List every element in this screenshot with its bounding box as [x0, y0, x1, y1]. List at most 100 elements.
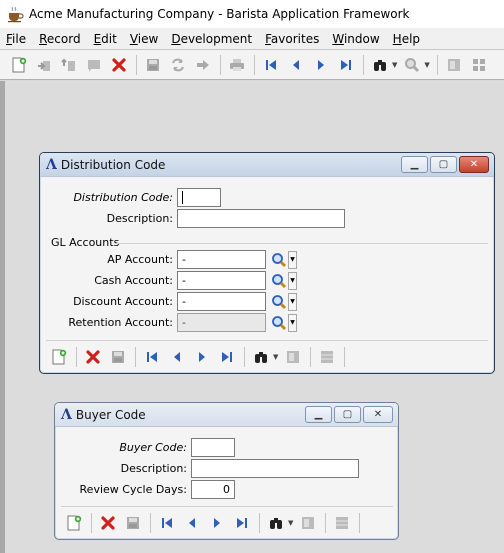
delete-button[interactable]: [108, 54, 130, 76]
print-icon: [230, 58, 244, 71]
toolbar-separator: [91, 513, 92, 533]
new-record-icon: [67, 515, 82, 531]
forward-button[interactable]: [192, 54, 214, 76]
chevron-down-icon[interactable]: ▼: [288, 313, 297, 332]
text-caret: [182, 191, 183, 204]
table-button[interactable]: [316, 346, 338, 368]
first-record-button[interactable]: [156, 512, 178, 534]
menu-view[interactable]: View: [130, 32, 158, 46]
magnifier-icon: [272, 294, 287, 309]
last-record-button[interactable]: [335, 54, 357, 76]
first-record-button[interactable]: [141, 346, 163, 368]
next-record-button[interactable]: [206, 512, 228, 534]
distribution-code-input[interactable]: [177, 188, 221, 207]
last-record-button[interactable]: [231, 512, 253, 534]
insert-button[interactable]: [33, 54, 55, 76]
toolbar-separator: [344, 347, 346, 367]
previous-record-button[interactable]: [181, 512, 203, 534]
chevron-down-icon[interactable]: ▼: [288, 271, 297, 290]
save-icon: [112, 351, 124, 363]
buyer-code-window: Λ Buyer Code ▁ ▢ ✕ Buyer Code: Descripti…: [54, 402, 399, 540]
grid-icon: [302, 517, 315, 529]
next-record-button[interactable]: [310, 54, 332, 76]
save-button[interactable]: [142, 54, 164, 76]
description-input[interactable]: [177, 209, 345, 228]
ap-account-input[interactable]: -: [177, 250, 266, 269]
discount-account-lookup-button[interactable]: [270, 293, 288, 311]
retention-account-input[interactable]: -: [177, 313, 266, 332]
new-record-button[interactable]: [48, 346, 70, 368]
ap-account-lookup-button[interactable]: [270, 251, 288, 269]
grid-button[interactable]: [443, 54, 465, 76]
close-button[interactable]: ✕: [363, 406, 393, 423]
chevron-down-icon[interactable]: ▼: [424, 61, 429, 69]
buyer-code-row: Buyer Code:: [55, 438, 235, 457]
menu-window[interactable]: Window: [332, 32, 379, 46]
distribution-code-label: Distribution Code:: [73, 191, 173, 204]
buyer-description-input[interactable]: [191, 459, 359, 478]
find-button[interactable]: [265, 512, 287, 534]
insert-before-button[interactable]: [58, 54, 80, 76]
cash-account-input[interactable]: -: [177, 271, 266, 290]
minimize-button[interactable]: ▁: [305, 406, 332, 423]
menu-record[interactable]: Record: [39, 32, 80, 46]
find-button[interactable]: [369, 54, 391, 76]
maximize-button[interactable]: ▢: [430, 156, 457, 173]
menu-development[interactable]: Development: [171, 32, 252, 46]
distribution-code-row: Distribution Code:: [40, 188, 221, 207]
previous-record-button[interactable]: [285, 54, 307, 76]
chevron-down-icon[interactable]: ▼: [288, 250, 297, 269]
menu-bar: File Record Edit View Development Favori…: [0, 28, 504, 50]
new-record-button[interactable]: [63, 512, 85, 534]
print-button[interactable]: [226, 54, 248, 76]
coffee-cup-icon: [8, 6, 24, 23]
more-button[interactable]: [468, 54, 490, 76]
chevron-down-icon[interactable]: ▼: [288, 292, 297, 311]
review-cycle-days-input[interactable]: 0: [191, 480, 235, 499]
last-record-icon: [237, 518, 247, 528]
toolbar-separator: [150, 513, 151, 533]
zoom-button[interactable]: [401, 54, 423, 76]
cash-account-label: Cash Account:: [94, 274, 173, 287]
first-record-button[interactable]: [260, 54, 282, 76]
review-cycle-row: Review Cycle Days: 0: [55, 480, 235, 499]
discount-account-row: Discount Account: - ▼: [40, 292, 297, 311]
previous-record-button[interactable]: [166, 346, 188, 368]
next-record-button[interactable]: [191, 346, 213, 368]
discount-account-input[interactable]: -: [177, 292, 266, 311]
new-record-button[interactable]: [8, 54, 30, 76]
chevron-down-icon[interactable]: ▼: [273, 353, 278, 361]
menu-file[interactable]: File: [6, 32, 26, 46]
grid-button[interactable]: [297, 512, 319, 534]
first-record-icon: [147, 352, 157, 362]
refresh-button[interactable]: [167, 54, 189, 76]
retention-account-lookup-button[interactable]: [270, 314, 288, 332]
buyer-code-input[interactable]: [191, 438, 235, 457]
maximize-button[interactable]: ▢: [334, 406, 361, 423]
chevron-down-icon[interactable]: ▼: [392, 61, 397, 69]
copy-icon: [88, 59, 100, 72]
cash-account-lookup-button[interactable]: [270, 272, 288, 290]
chevron-down-icon[interactable]: ▼: [288, 519, 293, 527]
menu-edit[interactable]: Edit: [94, 32, 117, 46]
save-button[interactable]: [107, 346, 129, 368]
table-button[interactable]: [331, 512, 353, 534]
menu-favorites[interactable]: Favorites: [265, 32, 319, 46]
delete-icon: [112, 57, 126, 72]
last-record-button[interactable]: [216, 346, 238, 368]
grid-button[interactable]: [282, 346, 304, 368]
window-title-bar[interactable]: Λ Buyer Code ▁ ▢ ✕: [55, 403, 398, 427]
delete-button[interactable]: [97, 512, 119, 534]
next-record-icon: [199, 352, 205, 362]
close-button[interactable]: ✕: [459, 156, 489, 173]
window-title-bar[interactable]: Λ Distribution Code ▁ ▢ ✕: [40, 153, 494, 177]
ap-account-row: AP Account: - ▼: [40, 250, 297, 269]
minimize-button[interactable]: ▁: [401, 156, 428, 173]
window-controls: ▁ ▢ ✕: [303, 406, 393, 423]
table-icon: [336, 517, 349, 529]
copy-button[interactable]: [83, 54, 105, 76]
find-button[interactable]: [250, 346, 272, 368]
delete-button[interactable]: [82, 346, 104, 368]
save-button[interactable]: [122, 512, 144, 534]
menu-help[interactable]: Help: [393, 32, 420, 46]
